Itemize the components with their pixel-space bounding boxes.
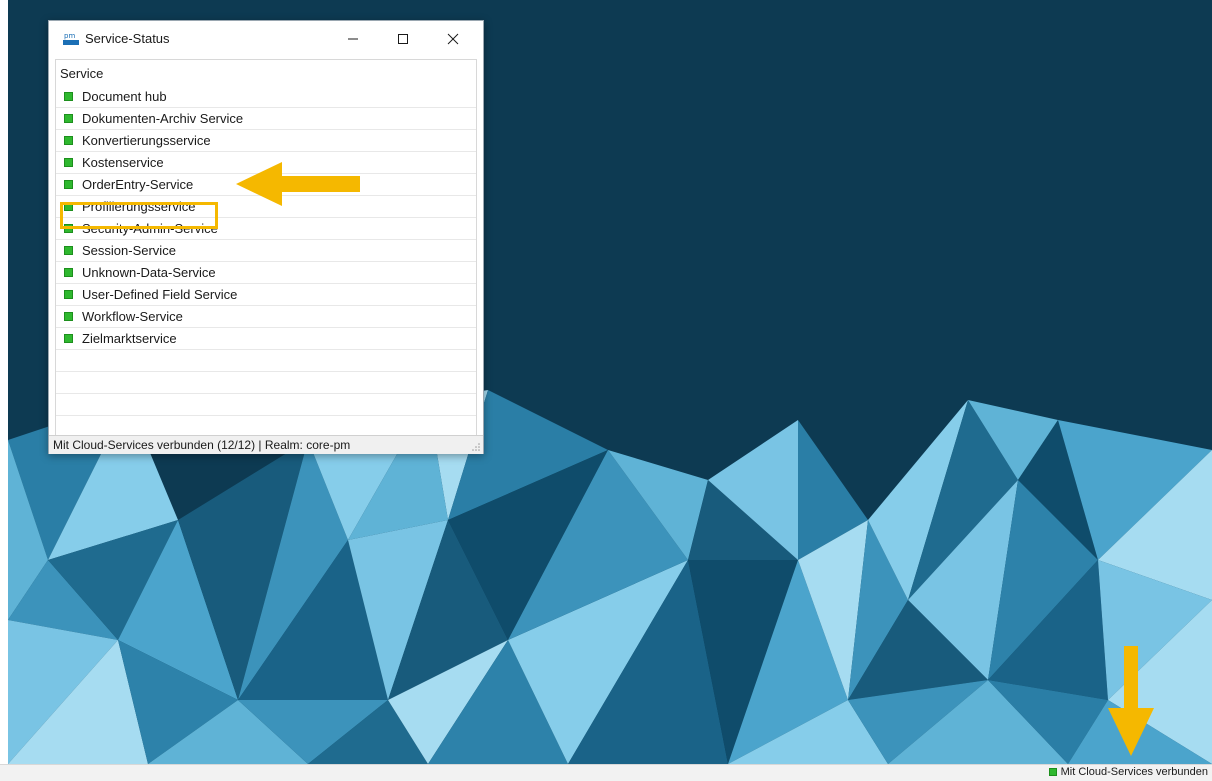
status-ok-icon xyxy=(64,312,73,321)
service-item[interactable]: Konvertierungsservice xyxy=(56,130,476,152)
status-ok-icon xyxy=(64,334,73,343)
service-label: Dokumenten-Archiv Service xyxy=(82,111,244,126)
service-label: Session-Service xyxy=(82,243,176,258)
status-ok-icon xyxy=(64,114,73,123)
service-item[interactable]: Session-Service xyxy=(56,240,476,262)
arrow-left-annotation-icon xyxy=(236,162,360,206)
window-title: Service-Status xyxy=(85,31,170,46)
status-ok-icon xyxy=(64,180,73,189)
service-label: User-Defined Field Service xyxy=(82,287,238,302)
desktop: pm Service-Status Service Document hub D… xyxy=(8,0,1212,764)
empty-row xyxy=(56,372,476,394)
service-item[interactable]: Zielmarktservice xyxy=(56,328,476,350)
svg-text:pm: pm xyxy=(64,32,75,40)
service-label: Workflow-Service xyxy=(82,309,183,324)
status-ok-icon xyxy=(64,246,73,255)
status-ok-icon xyxy=(64,158,73,167)
tray-connection-status[interactable]: Mit Cloud-Services verbunden xyxy=(1048,766,1208,778)
taskbar: Mit Cloud-Services verbunden xyxy=(0,764,1212,781)
minimize-button[interactable] xyxy=(333,27,373,51)
highlight-box xyxy=(60,202,218,229)
service-item[interactable]: Dokumenten-Archiv Service xyxy=(56,108,476,130)
maximize-icon xyxy=(398,34,408,44)
status-ok-icon xyxy=(64,136,73,145)
service-item[interactable]: Document hub xyxy=(56,86,476,108)
service-list[interactable]: Document hub Dokumenten-Archiv Service K… xyxy=(56,86,476,416)
close-icon xyxy=(447,33,459,45)
status-ok-icon xyxy=(64,290,73,299)
service-list-panel[interactable]: Service Document hub Dokumenten-Archiv S… xyxy=(55,59,477,437)
service-label: OrderEntry-Service xyxy=(82,177,194,192)
service-label: Konvertierungsservice xyxy=(82,133,211,148)
maximize-button[interactable] xyxy=(383,27,423,51)
resize-grip-icon[interactable] xyxy=(471,442,481,452)
title-bar[interactable]: pm Service-Status xyxy=(49,21,483,57)
status-ok-icon xyxy=(64,268,73,277)
status-ok-icon xyxy=(64,92,73,101)
window-status-bar: Mit Cloud-Services verbunden (12/12) | R… xyxy=(49,435,483,454)
empty-row xyxy=(56,394,476,416)
empty-row xyxy=(56,350,476,372)
service-item[interactable]: Unknown-Data-Service xyxy=(56,262,476,284)
arrow-down-annotation-icon xyxy=(1108,646,1154,756)
service-label: Document hub xyxy=(82,89,167,104)
service-label: Kostenservice xyxy=(82,155,164,170)
minimize-icon xyxy=(348,38,358,40)
service-status-window[interactable]: pm Service-Status Service Document hub D… xyxy=(48,20,484,454)
connection-status-text: Mit Cloud-Services verbunden (12/12) | R… xyxy=(53,438,351,452)
service-column-header: Service xyxy=(60,66,104,81)
service-item[interactable]: User-Defined Field Service xyxy=(56,284,476,306)
pm-app-icon: pm xyxy=(63,31,79,45)
service-item[interactable]: Workflow-Service xyxy=(56,306,476,328)
close-button[interactable] xyxy=(433,27,473,51)
tray-status-text: Mit Cloud-Services verbunden xyxy=(1060,766,1208,778)
service-label: Zielmarktservice xyxy=(82,331,177,346)
service-label: Unknown-Data-Service xyxy=(82,265,216,280)
status-ok-icon xyxy=(1048,768,1057,776)
